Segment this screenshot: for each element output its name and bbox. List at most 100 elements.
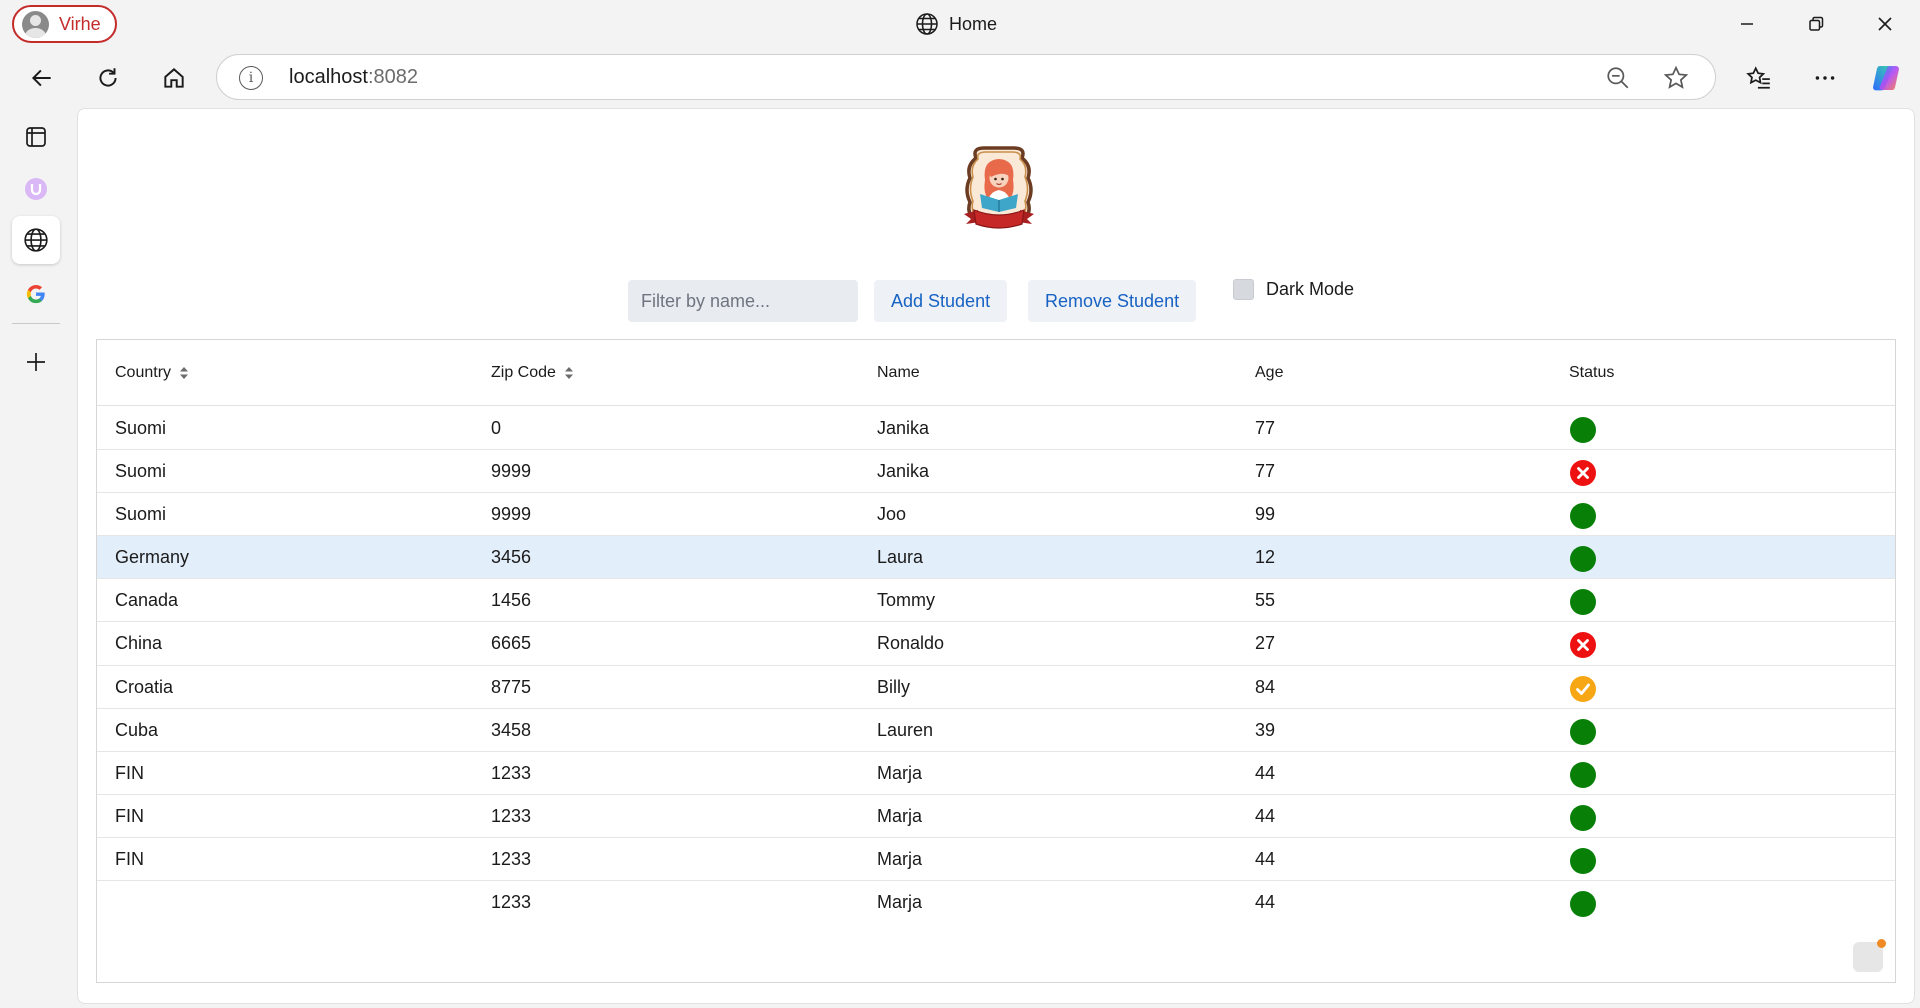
cell-age: 12	[1255, 547, 1276, 568]
cell-country: FIN	[115, 805, 144, 826]
sidebar-add-button[interactable]	[12, 338, 60, 386]
browser-sidebar	[0, 108, 72, 1008]
cell-country: FIN	[115, 762, 144, 783]
table-row[interactable]: Suomi 9999 Joo 99	[97, 493, 1895, 537]
minimize-icon	[1741, 23, 1753, 25]
cell-name: Marja	[877, 762, 923, 783]
cell-zip: 6665	[491, 633, 532, 654]
header-name-label: Name	[877, 364, 920, 381]
table-row[interactable]: Suomi 9999 Janika 77	[97, 450, 1895, 494]
table-header: Country Zip Code Name Age Status	[97, 340, 1895, 406]
cell-country: Germany	[115, 547, 190, 568]
cell-age: 39	[1255, 719, 1276, 740]
dark-mode-toggle[interactable]: Dark Mode	[1233, 279, 1354, 300]
cell-country: China	[115, 633, 163, 654]
table-row[interactable]: Suomi 0 Janika 77	[97, 407, 1895, 451]
table-row[interactable]: FIN 1233 Marja 44	[97, 838, 1895, 882]
cell-name: Marja	[877, 848, 923, 869]
cell-zip: 0	[491, 418, 502, 438]
copilot-icon	[1873, 65, 1899, 91]
address-bar[interactable]: i localhost:8082	[216, 54, 1716, 100]
favorites-button[interactable]	[1737, 56, 1781, 100]
remove-student-button[interactable]: Remove Student	[1028, 280, 1197, 322]
window-title: Home	[915, 11, 997, 37]
dark-mode-checkbox[interactable]	[1233, 279, 1254, 300]
table-row[interactable]: Germany 3456 Laura 12	[97, 536, 1895, 580]
app-logo	[958, 144, 1040, 239]
close-icon	[1878, 17, 1892, 31]
sidebar-divider	[12, 323, 60, 324]
cell-zip: 9999	[491, 461, 532, 482]
google-icon	[26, 285, 45, 304]
home-icon	[164, 68, 184, 88]
table-row[interactable]: Canada 1456 Tommy 55	[97, 579, 1895, 623]
cell-age: 77	[1255, 461, 1276, 482]
more-options-button[interactable]	[1803, 56, 1847, 100]
refresh-button[interactable]	[86, 56, 130, 100]
table-row[interactable]: Cuba 3458 Lauren 39	[97, 709, 1895, 752]
header-name[interactable]: Name	[877, 364, 920, 382]
green-dot-icon	[1569, 718, 1597, 746]
restore-button[interactable]	[1793, 6, 1839, 42]
zoom-out-button[interactable]	[1605, 65, 1631, 96]
copilot-button[interactable]	[1864, 56, 1908, 100]
browser-title-bar: Virhe Home	[0, 0, 1920, 48]
cell-age: 99	[1255, 504, 1276, 525]
u-app-icon	[25, 178, 47, 200]
header-zip[interactable]: Zip Code	[491, 364, 574, 382]
url-host: localhost	[289, 66, 368, 88]
site-info-icon[interactable]: i	[239, 66, 263, 90]
sort-icon	[180, 367, 189, 379]
back-button[interactable]	[20, 56, 64, 100]
sidebar-app-u[interactable]	[12, 165, 60, 213]
header-status[interactable]: Status	[1569, 364, 1614, 382]
cell-country: Suomi	[115, 418, 167, 438]
sidebar-app-google[interactable]	[12, 270, 60, 318]
cell-name: Laura	[877, 547, 924, 568]
cell-age: 55	[1255, 590, 1276, 611]
header-country-label: Country	[115, 364, 172, 381]
extension-badge-icon[interactable]	[1853, 939, 1886, 972]
red-x-circle-icon	[1569, 459, 1597, 487]
filter-input[interactable]	[628, 280, 858, 322]
cell-zip: 3458	[491, 719, 532, 740]
home-button[interactable]	[152, 56, 196, 100]
cell-name: Tommy	[877, 590, 935, 611]
header-age-label: Age	[1255, 364, 1284, 381]
table-row[interactable]: China 6665 Ronaldo 27	[97, 622, 1895, 666]
cell-zip: 9999	[491, 504, 532, 525]
favorite-star-button[interactable]	[1663, 65, 1689, 96]
table-row[interactable]: FIN 1233 Marja 44	[97, 795, 1895, 838]
cell-name: Marja	[877, 805, 923, 826]
header-country[interactable]: Country	[115, 364, 189, 382]
zoom-out-icon	[1607, 67, 1629, 89]
sidebar-app-browser[interactable]	[12, 216, 60, 264]
more-horizontal-icon	[1815, 76, 1835, 80]
cell-zip: 1456	[491, 590, 532, 611]
header-zip-label: Zip Code	[491, 364, 556, 381]
url-text[interactable]: localhost:8082	[289, 66, 418, 89]
header-age[interactable]: Age	[1255, 364, 1283, 382]
close-window-button[interactable]	[1862, 6, 1908, 42]
add-student-button[interactable]: Add Student	[874, 280, 1008, 322]
plus-icon	[27, 353, 45, 371]
green-dot-icon	[1569, 890, 1597, 918]
cell-age: 27	[1255, 633, 1276, 654]
minimize-button[interactable]	[1724, 6, 1770, 42]
cell-zip: 3456	[491, 547, 532, 568]
cell-country: FIN	[115, 848, 144, 869]
cell-name: Joo	[877, 504, 907, 525]
cell-country: Croatia	[115, 676, 174, 697]
green-dot-icon	[1569, 804, 1597, 832]
profile-button[interactable]: Virhe	[12, 5, 117, 43]
cell-country: Suomi	[115, 504, 167, 525]
green-dot-icon	[1569, 545, 1597, 573]
table-row[interactable]: 1233 Marja 44	[97, 881, 1895, 924]
table-row[interactable]: Croatia 8775 Billy 84	[97, 666, 1895, 709]
cell-zip: 1233	[491, 848, 532, 869]
cell-country: Cuba	[115, 719, 159, 740]
table-row[interactable]: FIN 1233 Marja 44	[97, 752, 1895, 795]
browser-toolbar: i localhost:8082	[0, 48, 1920, 108]
restore-icon	[1809, 16, 1824, 31]
tab-actions-button[interactable]	[12, 113, 60, 161]
